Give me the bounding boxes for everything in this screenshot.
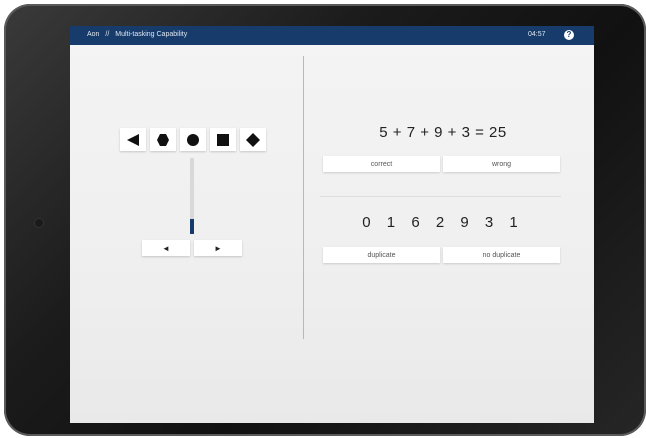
camera-dot [35,219,43,227]
circle-button[interactable] [180,128,206,151]
no-duplicate-button[interactable]: no duplicate [443,247,560,263]
level-slider-track[interactable] [190,158,194,234]
number-sequence: 0 1 6 2 9 3 1 [362,214,524,231]
triangle-left-button[interactable] [120,128,146,151]
circle-icon [187,133,199,146]
equation-display: 5 + 7 + 9 + 3 = 25 [379,124,507,141]
breadcrumb: Aon // Multi-tasking Capability [87,31,191,38]
task-divider [303,56,304,339]
section-divider [320,196,561,197]
square-icon [217,133,229,146]
hexagon-icon [157,133,169,146]
correct-button[interactable]: correct [323,156,440,172]
breadcrumb-separator: // [105,31,110,38]
brand-label: Aon [87,31,100,38]
move-right-button[interactable]: ► [194,240,242,256]
diamond-button[interactable] [240,128,266,151]
level-indicator [190,218,194,234]
page-title: Multi-tasking Capability [115,31,188,38]
diamond-icon [246,132,260,147]
duplicate-button[interactable]: duplicate [323,247,440,263]
help-icon[interactable]: ? [564,30,574,40]
hexagon-button[interactable] [150,128,176,151]
header-bar: Aon // Multi-tasking Capability 04:57 ? [70,26,594,45]
tablet-frame: Aon // Multi-tasking Capability 04:57 ? [4,4,646,436]
square-button[interactable] [210,128,236,151]
move-left-button[interactable]: ◄ [142,240,190,256]
wrong-button[interactable]: wrong [443,156,560,172]
triangle-left-icon [127,133,139,146]
app-screen: Aon // Multi-tasking Capability 04:57 ? [70,26,594,423]
countdown-timer: 04:57 [528,31,546,38]
